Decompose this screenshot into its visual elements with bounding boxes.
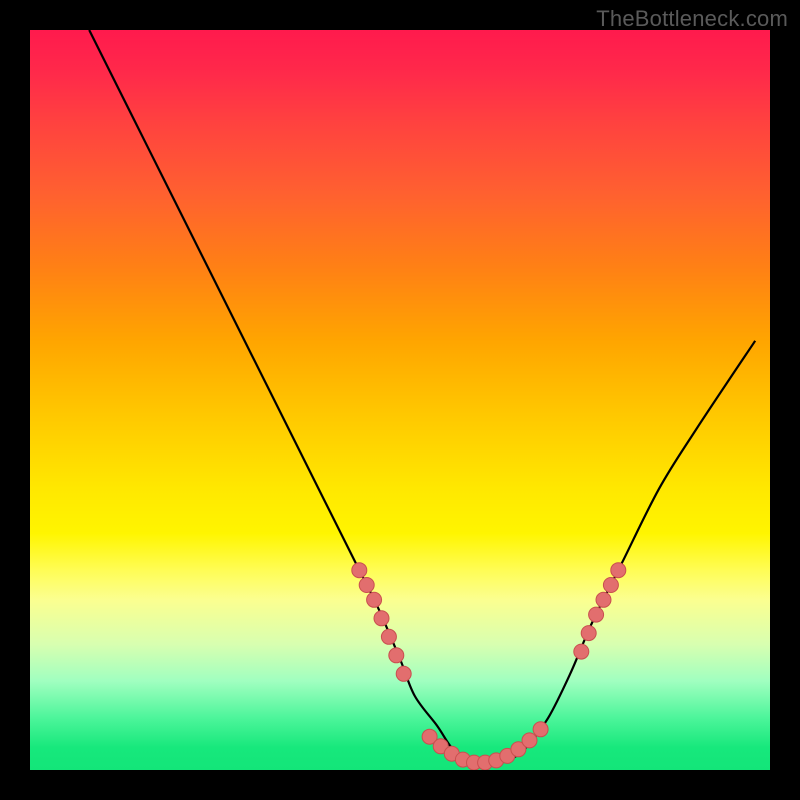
curve-marker-dot [522,733,537,748]
curve-marker-dot [581,626,596,641]
curve-marker-dot [359,578,374,593]
curve-marker-dot [367,592,382,607]
chart-frame: TheBottleneck.com [0,0,800,800]
curve-markers [352,563,626,770]
watermark-text: TheBottleneck.com [596,6,788,32]
curve-marker-dot [533,722,548,737]
curve-marker-dot [574,644,589,659]
curve-marker-dot [596,592,611,607]
curve-marker-dot [589,607,604,622]
curve-marker-dot [611,563,626,578]
curve-marker-dot [603,578,618,593]
bottleneck-curve [89,30,755,763]
bottleneck-chart-svg [30,30,770,770]
curve-marker-dot [374,611,389,626]
curve-marker-dot [396,666,411,681]
curve-marker-dot [381,629,396,644]
curve-marker-dot [352,563,367,578]
plot-area [30,30,770,770]
curve-marker-dot [389,648,404,663]
